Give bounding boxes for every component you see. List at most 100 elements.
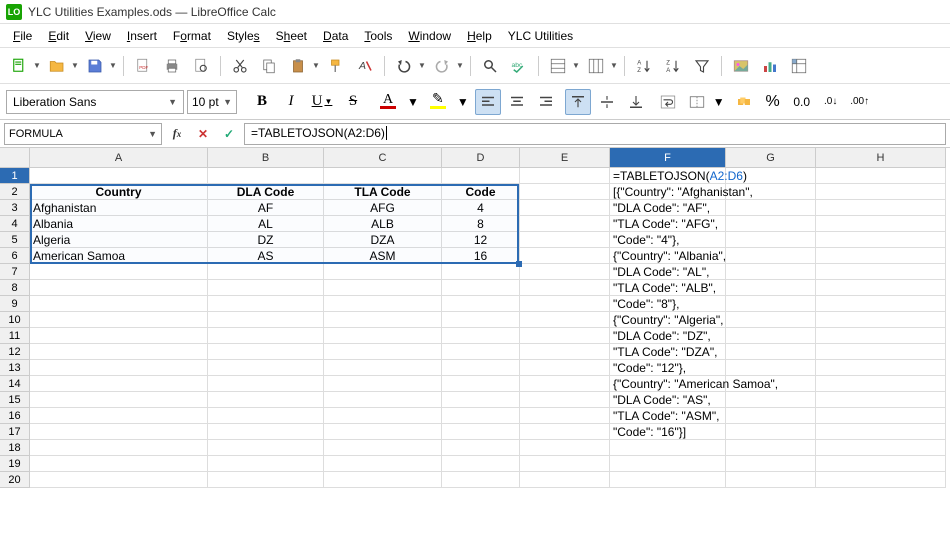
cell-E17[interactable] [520,424,610,440]
cell-H16[interactable] [816,408,946,424]
row-header-4[interactable]: 4 [0,216,30,232]
row-header-16[interactable]: 16 [0,408,30,424]
currency-button[interactable] [731,89,757,115]
cell-F10[interactable]: {"Country": "Algeria", [610,312,726,328]
cell-A1[interactable] [30,168,208,184]
cell-C10[interactable] [324,312,442,328]
save-dropdown[interactable]: ▼ [109,61,117,70]
cell-A5[interactable]: Algeria [30,232,208,248]
cell-F5[interactable]: "Code": "4"}, [610,232,726,248]
cell-G9[interactable] [726,296,816,312]
find-button[interactable] [477,53,503,79]
align-left-button[interactable] [475,89,501,115]
remove-decimal-button[interactable]: .0↓ [818,89,844,115]
cell-B19[interactable] [208,456,324,472]
cell-A17[interactable] [30,424,208,440]
cell-D2[interactable]: Code [442,184,520,200]
new-doc-dropdown[interactable]: ▼ [33,61,41,70]
pivot-table-button[interactable] [786,53,812,79]
cell-E14[interactable] [520,376,610,392]
cell-D13[interactable] [442,360,520,376]
cell-H3[interactable] [816,200,946,216]
cell-B10[interactable] [208,312,324,328]
menu-window[interactable]: Window [401,27,458,45]
cell-G12[interactable] [726,344,816,360]
cell-F19[interactable] [610,456,726,472]
cell-A6[interactable]: American Samoa [30,248,208,264]
cell-H1[interactable] [816,168,946,184]
cell-D7[interactable] [442,264,520,280]
clear-formatting-button[interactable]: A [352,53,378,79]
percent-button[interactable]: % [760,89,786,115]
cell-A4[interactable]: Albania [30,216,208,232]
row-header-17[interactable]: 17 [0,424,30,440]
cell-F12[interactable]: "TLA Code": "DZA", [610,344,726,360]
cell-D18[interactable] [442,440,520,456]
cell-A8[interactable] [30,280,208,296]
cell-G18[interactable] [726,440,816,456]
column-header-C[interactable]: C [324,148,442,168]
cell-E15[interactable] [520,392,610,408]
spreadsheet-grid[interactable]: ABCDEFGH 1=TABLETOJSON(A2:D6)2CountryDLA… [0,148,950,554]
row-dropdown[interactable]: ▼ [572,61,580,70]
cell-F13[interactable]: "Code": "12"}, [610,360,726,376]
cell-A12[interactable] [30,344,208,360]
sort-desc-button[interactable]: ZA [660,53,686,79]
row-header-18[interactable]: 18 [0,440,30,456]
cell-F8[interactable]: "TLA Code": "ALB", [610,280,726,296]
row-header-1[interactable]: 1 [0,168,30,184]
formula-input[interactable]: =TABLETOJSON(A2:D6) [244,123,946,145]
menu-data[interactable]: Data [316,27,355,45]
bold-button[interactable]: B [249,89,275,115]
cell-E8[interactable] [520,280,610,296]
cell-A7[interactable] [30,264,208,280]
insert-image-button[interactable] [728,53,754,79]
cell-D4[interactable]: 8 [442,216,520,232]
cell-H20[interactable] [816,472,946,488]
column-header-B[interactable]: B [208,148,324,168]
menu-format[interactable]: Format [166,27,218,45]
new-doc-button[interactable] [6,53,32,79]
cell-F18[interactable] [610,440,726,456]
cell-C7[interactable] [324,264,442,280]
cell-D1[interactable] [442,168,520,184]
cell-C15[interactable] [324,392,442,408]
menu-sheet[interactable]: Sheet [269,27,314,45]
cell-H5[interactable] [816,232,946,248]
cell-B20[interactable] [208,472,324,488]
cell-C14[interactable] [324,376,442,392]
cell-C3[interactable]: AFG [324,200,442,216]
cell-C1[interactable] [324,168,442,184]
spellcheck-button[interactable]: abc [506,53,532,79]
cell-E7[interactable] [520,264,610,280]
menu-view[interactable]: View [78,27,118,45]
align-right-button[interactable] [533,89,559,115]
paste-dropdown[interactable]: ▼ [312,61,320,70]
cell-B2[interactable]: DLA Code [208,184,324,200]
cell-H17[interactable] [816,424,946,440]
cell-D11[interactable] [442,328,520,344]
column-header-D[interactable]: D [442,148,520,168]
cell-D9[interactable] [442,296,520,312]
cell-G13[interactable] [726,360,816,376]
cell-D12[interactable] [442,344,520,360]
cell-B12[interactable] [208,344,324,360]
cell-A11[interactable] [30,328,208,344]
cell-G11[interactable] [726,328,816,344]
cell-D19[interactable] [442,456,520,472]
cell-E12[interactable] [520,344,610,360]
col-dropdown[interactable]: ▼ [610,61,618,70]
row-header-14[interactable]: 14 [0,376,30,392]
cell-H18[interactable] [816,440,946,456]
cell-G8[interactable] [726,280,816,296]
print-preview-button[interactable] [188,53,214,79]
menu-edit[interactable]: Edit [41,27,76,45]
cell-G15[interactable] [726,392,816,408]
cell-G10[interactable] [726,312,816,328]
cell-F16[interactable]: "TLA Code": "ASM", [610,408,726,424]
cell-D6[interactable]: 16 [442,248,520,264]
cell-G5[interactable] [726,232,816,248]
insert-chart-button[interactable] [757,53,783,79]
cell-B18[interactable] [208,440,324,456]
cell-C4[interactable]: ALB [324,216,442,232]
